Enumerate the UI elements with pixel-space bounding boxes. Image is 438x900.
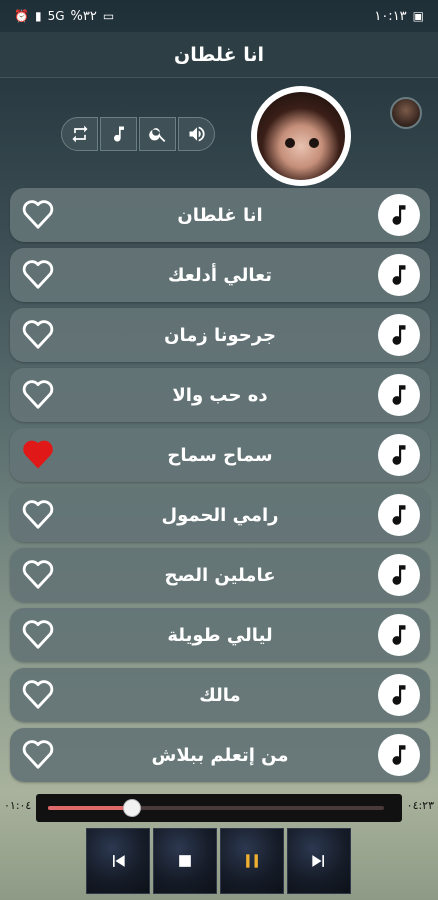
status-left: ⏰ ▮ 5G %٣٢ ▭ bbox=[14, 9, 114, 24]
total-time: ٠٤:٢٣ bbox=[406, 799, 434, 812]
repeat-button[interactable] bbox=[61, 117, 98, 151]
heart-icon bbox=[22, 260, 54, 289]
song-title: رامي الحمول bbox=[161, 504, 279, 526]
seek-bar-area: ٠١:٠٤ ٠٤:٢٣ bbox=[0, 792, 438, 822]
play-song-button[interactable] bbox=[378, 614, 420, 656]
status-bar: ⏰ ▮ 5G %٣٢ ▭ ١٠:١٣ ▣ bbox=[0, 0, 438, 32]
song-row[interactable]: ليالي طويلة bbox=[10, 608, 430, 662]
music-note-icon bbox=[392, 205, 406, 225]
song-title: تعالي أدلعك bbox=[168, 264, 273, 286]
previous-button[interactable] bbox=[86, 828, 150, 894]
favorite-button[interactable] bbox=[20, 379, 56, 411]
music-note-icon bbox=[392, 325, 406, 345]
elapsed-time: ٠١:٠٤ bbox=[4, 799, 32, 812]
song-title: ده حب والا bbox=[172, 384, 268, 406]
song-row[interactable]: من إتعلم ببلاش bbox=[10, 728, 430, 782]
music-button[interactable] bbox=[100, 117, 137, 151]
heart-icon bbox=[22, 380, 54, 409]
favorite-button[interactable] bbox=[20, 259, 56, 291]
song-title: جرحونا زمان bbox=[164, 324, 276, 346]
battery-icon: ▭ bbox=[102, 9, 115, 23]
favorite-button[interactable] bbox=[20, 619, 56, 651]
signal-icon: ▮ bbox=[34, 9, 42, 23]
search-button[interactable] bbox=[139, 117, 176, 151]
next-icon bbox=[312, 855, 324, 867]
favorite-button[interactable] bbox=[20, 199, 56, 231]
clock: ١٠:١٣ bbox=[374, 8, 407, 24]
app-bar: انا غلطان bbox=[0, 32, 438, 78]
next-button[interactable] bbox=[287, 828, 351, 894]
song-row[interactable]: انا غلطان bbox=[10, 188, 430, 242]
repeat-icon bbox=[72, 125, 87, 143]
heart-icon bbox=[23, 440, 53, 469]
music-note-icon bbox=[392, 565, 406, 585]
song-row[interactable]: ده حب والا bbox=[10, 368, 430, 422]
favorite-button[interactable] bbox=[20, 499, 56, 531]
music-note-icon bbox=[392, 745, 406, 765]
heart-icon bbox=[22, 320, 54, 349]
previous-icon bbox=[113, 855, 125, 867]
song-row[interactable]: جرحونا زمان bbox=[10, 308, 430, 362]
song-title: عاملين الصح bbox=[164, 564, 276, 586]
favorite-button[interactable] bbox=[20, 559, 56, 591]
song-title: ليالي طويلة bbox=[167, 624, 273, 646]
music-note-icon bbox=[392, 445, 406, 465]
play-song-button[interactable] bbox=[378, 434, 420, 476]
seek-thumb[interactable] bbox=[123, 799, 141, 817]
song-row[interactable]: عاملين الصح bbox=[10, 548, 430, 602]
song-title: مالك bbox=[199, 684, 241, 706]
play-song-button[interactable] bbox=[378, 734, 420, 776]
song-title: انا غلطان bbox=[177, 204, 263, 226]
song-title: سماح سماح bbox=[167, 444, 273, 466]
play-song-button[interactable] bbox=[378, 494, 420, 536]
page-title: انا غلطان bbox=[174, 43, 264, 66]
favorite-button[interactable] bbox=[20, 679, 56, 711]
search-icon bbox=[148, 128, 165, 142]
alarm-icon: ⏰ bbox=[14, 9, 29, 23]
album-art bbox=[251, 86, 351, 186]
pause-button[interactable] bbox=[220, 828, 284, 894]
pause-icon bbox=[246, 854, 258, 868]
heart-icon bbox=[22, 560, 54, 589]
stop-icon bbox=[179, 855, 191, 867]
favorite-button[interactable] bbox=[20, 319, 56, 351]
play-song-button[interactable] bbox=[378, 554, 420, 596]
music-note-icon bbox=[392, 265, 406, 285]
volume-icon bbox=[189, 126, 205, 142]
network-type: 5G bbox=[47, 9, 65, 23]
heart-icon bbox=[22, 200, 54, 229]
song-row[interactable]: تعالي أدلعك bbox=[10, 248, 430, 302]
artist-photo bbox=[257, 92, 345, 180]
play-song-button[interactable] bbox=[378, 314, 420, 356]
play-song-button[interactable] bbox=[378, 374, 420, 416]
play-song-button[interactable] bbox=[378, 674, 420, 716]
stop-button[interactable] bbox=[153, 828, 217, 894]
battery-percent: %٣٢ bbox=[70, 8, 97, 24]
music-note-icon bbox=[392, 505, 406, 525]
favorite-button[interactable] bbox=[20, 439, 56, 471]
small-avatar[interactable] bbox=[390, 97, 422, 129]
toolbar bbox=[61, 117, 215, 151]
song-row[interactable]: مالك bbox=[10, 668, 430, 722]
heart-icon bbox=[22, 680, 54, 709]
music-note-icon bbox=[392, 685, 406, 705]
play-song-button[interactable] bbox=[378, 254, 420, 296]
player-controls bbox=[86, 828, 351, 894]
song-row[interactable]: سماح سماح bbox=[10, 428, 430, 482]
heart-icon bbox=[22, 500, 54, 529]
song-title: من إتعلم ببلاش bbox=[151, 744, 289, 766]
music-note-icon bbox=[113, 126, 124, 142]
sim-icon: ▣ bbox=[412, 9, 424, 23]
play-song-button[interactable] bbox=[378, 194, 420, 236]
seek-bar[interactable] bbox=[48, 799, 384, 817]
song-row[interactable]: رامي الحمول bbox=[10, 488, 430, 542]
heart-icon bbox=[22, 620, 54, 649]
music-note-icon bbox=[392, 385, 406, 405]
status-right: ١٠:١٣ ▣ bbox=[374, 9, 424, 24]
volume-button[interactable] bbox=[178, 117, 215, 151]
heart-icon bbox=[22, 740, 54, 769]
favorite-button[interactable] bbox=[20, 739, 56, 771]
music-note-icon bbox=[392, 625, 406, 645]
seek-progress bbox=[48, 806, 132, 810]
